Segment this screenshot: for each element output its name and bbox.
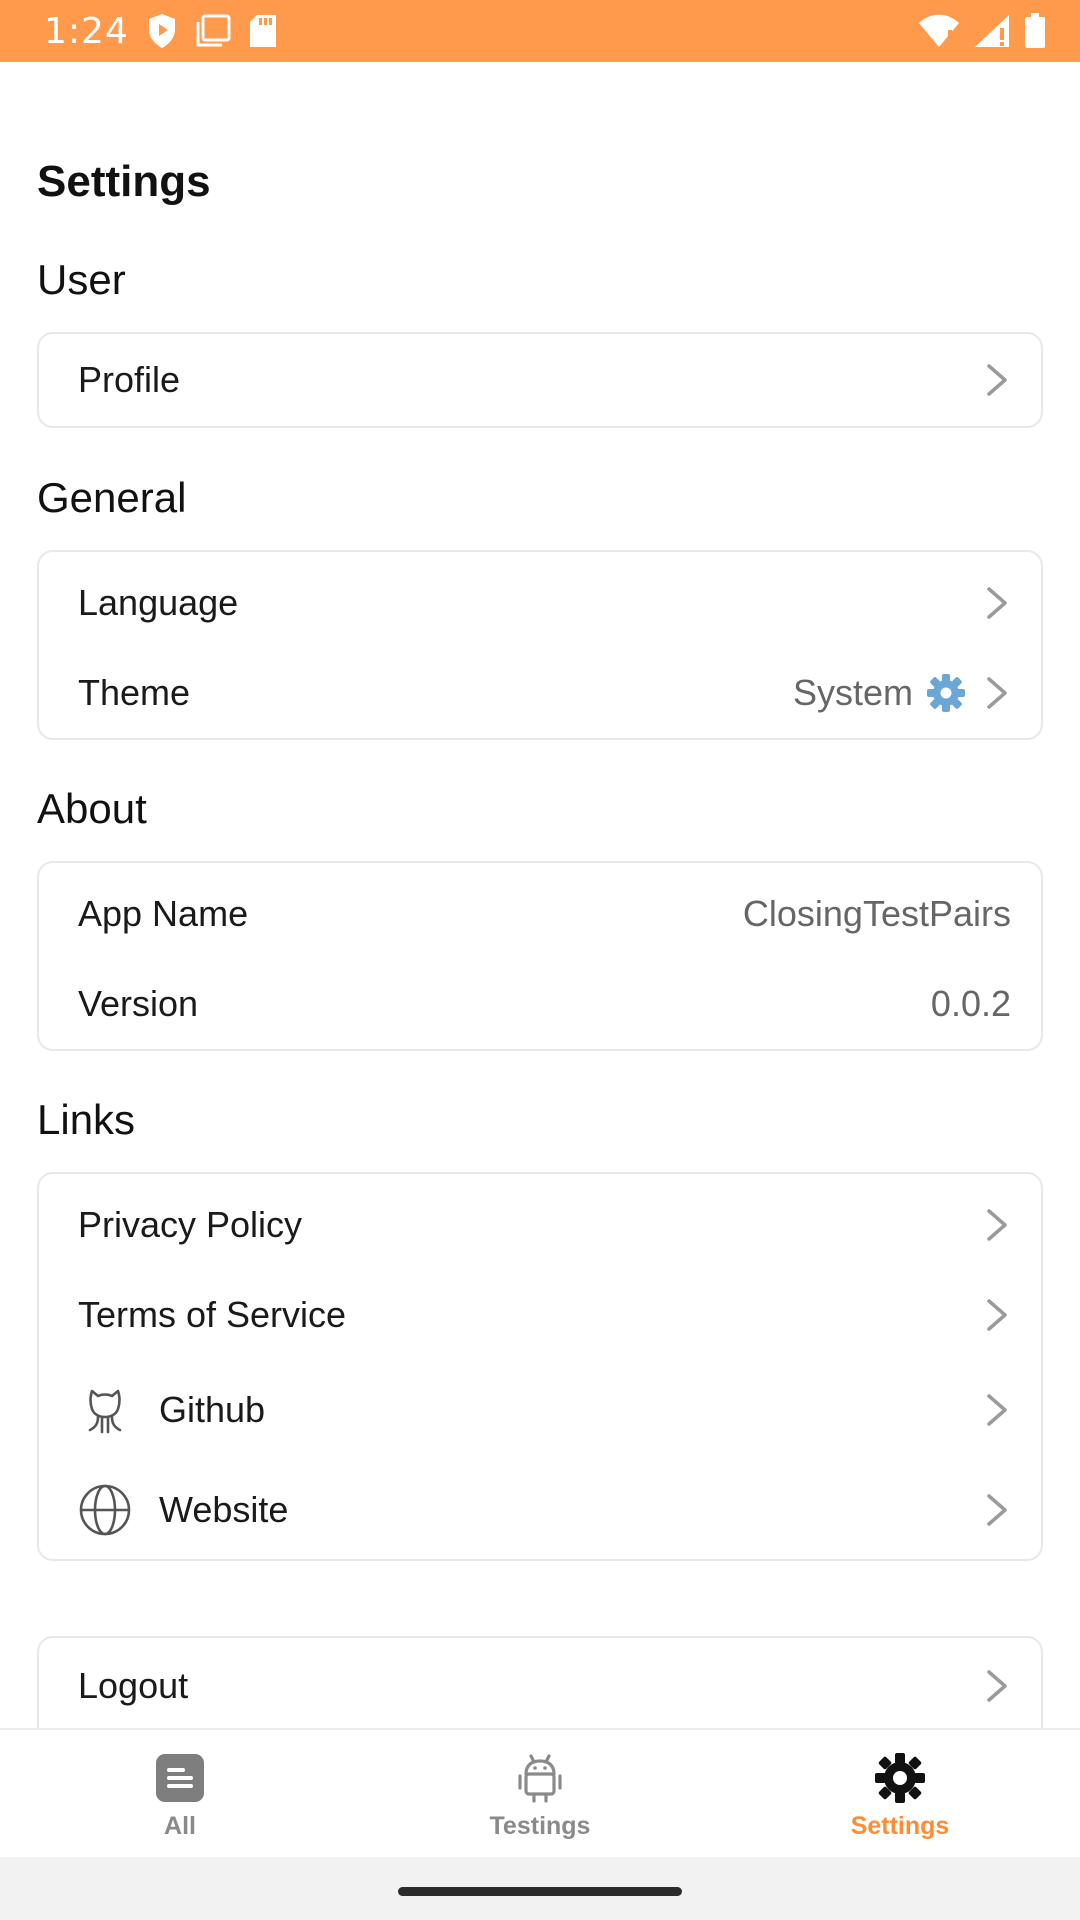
- version-label: Version: [78, 983, 199, 1024]
- theme-value: System: [792, 672, 913, 713]
- version-row: Version 0.0.2: [39, 959, 1041, 1049]
- terms-of-service-label: Terms of Service: [78, 1294, 347, 1335]
- github-icon: [88, 1389, 122, 1434]
- chevron-right-icon: [987, 1670, 1007, 1702]
- user-card: Profile: [37, 332, 1043, 428]
- app-name-row: App Name ClosingTestPairs: [39, 869, 1041, 959]
- chevron-right-icon: [987, 587, 1007, 619]
- about-card: App Name ClosingTestPairs Version 0.0.2: [37, 861, 1043, 1051]
- chevron-right-icon: [987, 1209, 1007, 1241]
- nav-label-testings: Testings: [489, 1812, 591, 1840]
- theme-row[interactable]: Theme System: [39, 648, 1041, 738]
- terms-of-service-row[interactable]: Terms of Service: [39, 1270, 1041, 1360]
- theme-label: Theme: [78, 672, 191, 713]
- copy-icon: [196, 14, 231, 47]
- signal-icon: [975, 15, 1009, 47]
- profile-row[interactable]: Profile: [39, 334, 1041, 426]
- github-label: Github: [159, 1389, 266, 1430]
- globe-icon: [79, 1484, 131, 1536]
- gesture-area: [0, 1857, 1080, 1920]
- gesture-handle[interactable]: [398, 1887, 682, 1896]
- battery-icon: [1025, 13, 1045, 48]
- chevron-right-icon: [987, 1494, 1007, 1526]
- chevron-right-icon: [987, 364, 1007, 396]
- nav-label-settings: Settings: [850, 1812, 950, 1840]
- page-title: Settings: [37, 157, 211, 206]
- nav-item-settings[interactable]: Settings: [720, 1730, 1080, 1857]
- section-label-user: User: [37, 256, 126, 303]
- section-label-general: General: [37, 474, 187, 521]
- sd-card-icon: [249, 15, 276, 47]
- status-bar: 1:24: [0, 0, 1080, 62]
- list-icon: [156, 1754, 204, 1802]
- website-row[interactable]: Website: [39, 1460, 1041, 1560]
- language-row[interactable]: Language: [39, 558, 1041, 648]
- logout-row[interactable]: Logout: [39, 1638, 1041, 1728]
- chevron-right-icon: [987, 1299, 1007, 1331]
- section-label-links: Links: [37, 1096, 136, 1143]
- gear-icon: [875, 1753, 925, 1803]
- shield-icon: [148, 14, 175, 48]
- settings-content[interactable]: Settings User Profile General Language T…: [0, 62, 1080, 1728]
- chevron-right-icon: [987, 1394, 1007, 1426]
- language-label: Language: [78, 582, 239, 623]
- website-label: Website: [159, 1489, 289, 1530]
- nav-label-all: All: [164, 1812, 196, 1840]
- wifi-icon: [919, 14, 959, 47]
- status-time: 1:24: [44, 10, 129, 52]
- section-label-about: About: [37, 785, 147, 832]
- github-row[interactable]: Github: [39, 1360, 1041, 1460]
- privacy-policy-row[interactable]: Privacy Policy: [39, 1180, 1041, 1270]
- app-name-value: ClosingTestPairs: [742, 893, 1011, 934]
- nav-item-testings[interactable]: Testings: [360, 1730, 720, 1857]
- bottom-nav: All Testings Settings: [0, 1728, 1080, 1857]
- version-value: 0.0.2: [930, 983, 1011, 1024]
- app-name-label: App Name: [78, 893, 249, 934]
- general-card: Language Theme System: [37, 550, 1043, 740]
- android-icon: [518, 1754, 562, 1803]
- gear-icon: [927, 674, 965, 712]
- links-card: Privacy Policy Terms of Service Github W…: [37, 1172, 1043, 1561]
- privacy-policy-label: Privacy Policy: [78, 1204, 303, 1245]
- profile-label: Profile: [78, 359, 181, 400]
- logout-card: Logout: [37, 1636, 1043, 1728]
- chevron-right-icon: [987, 677, 1007, 709]
- logout-label: Logout: [78, 1665, 189, 1706]
- nav-item-all[interactable]: All: [0, 1730, 360, 1857]
